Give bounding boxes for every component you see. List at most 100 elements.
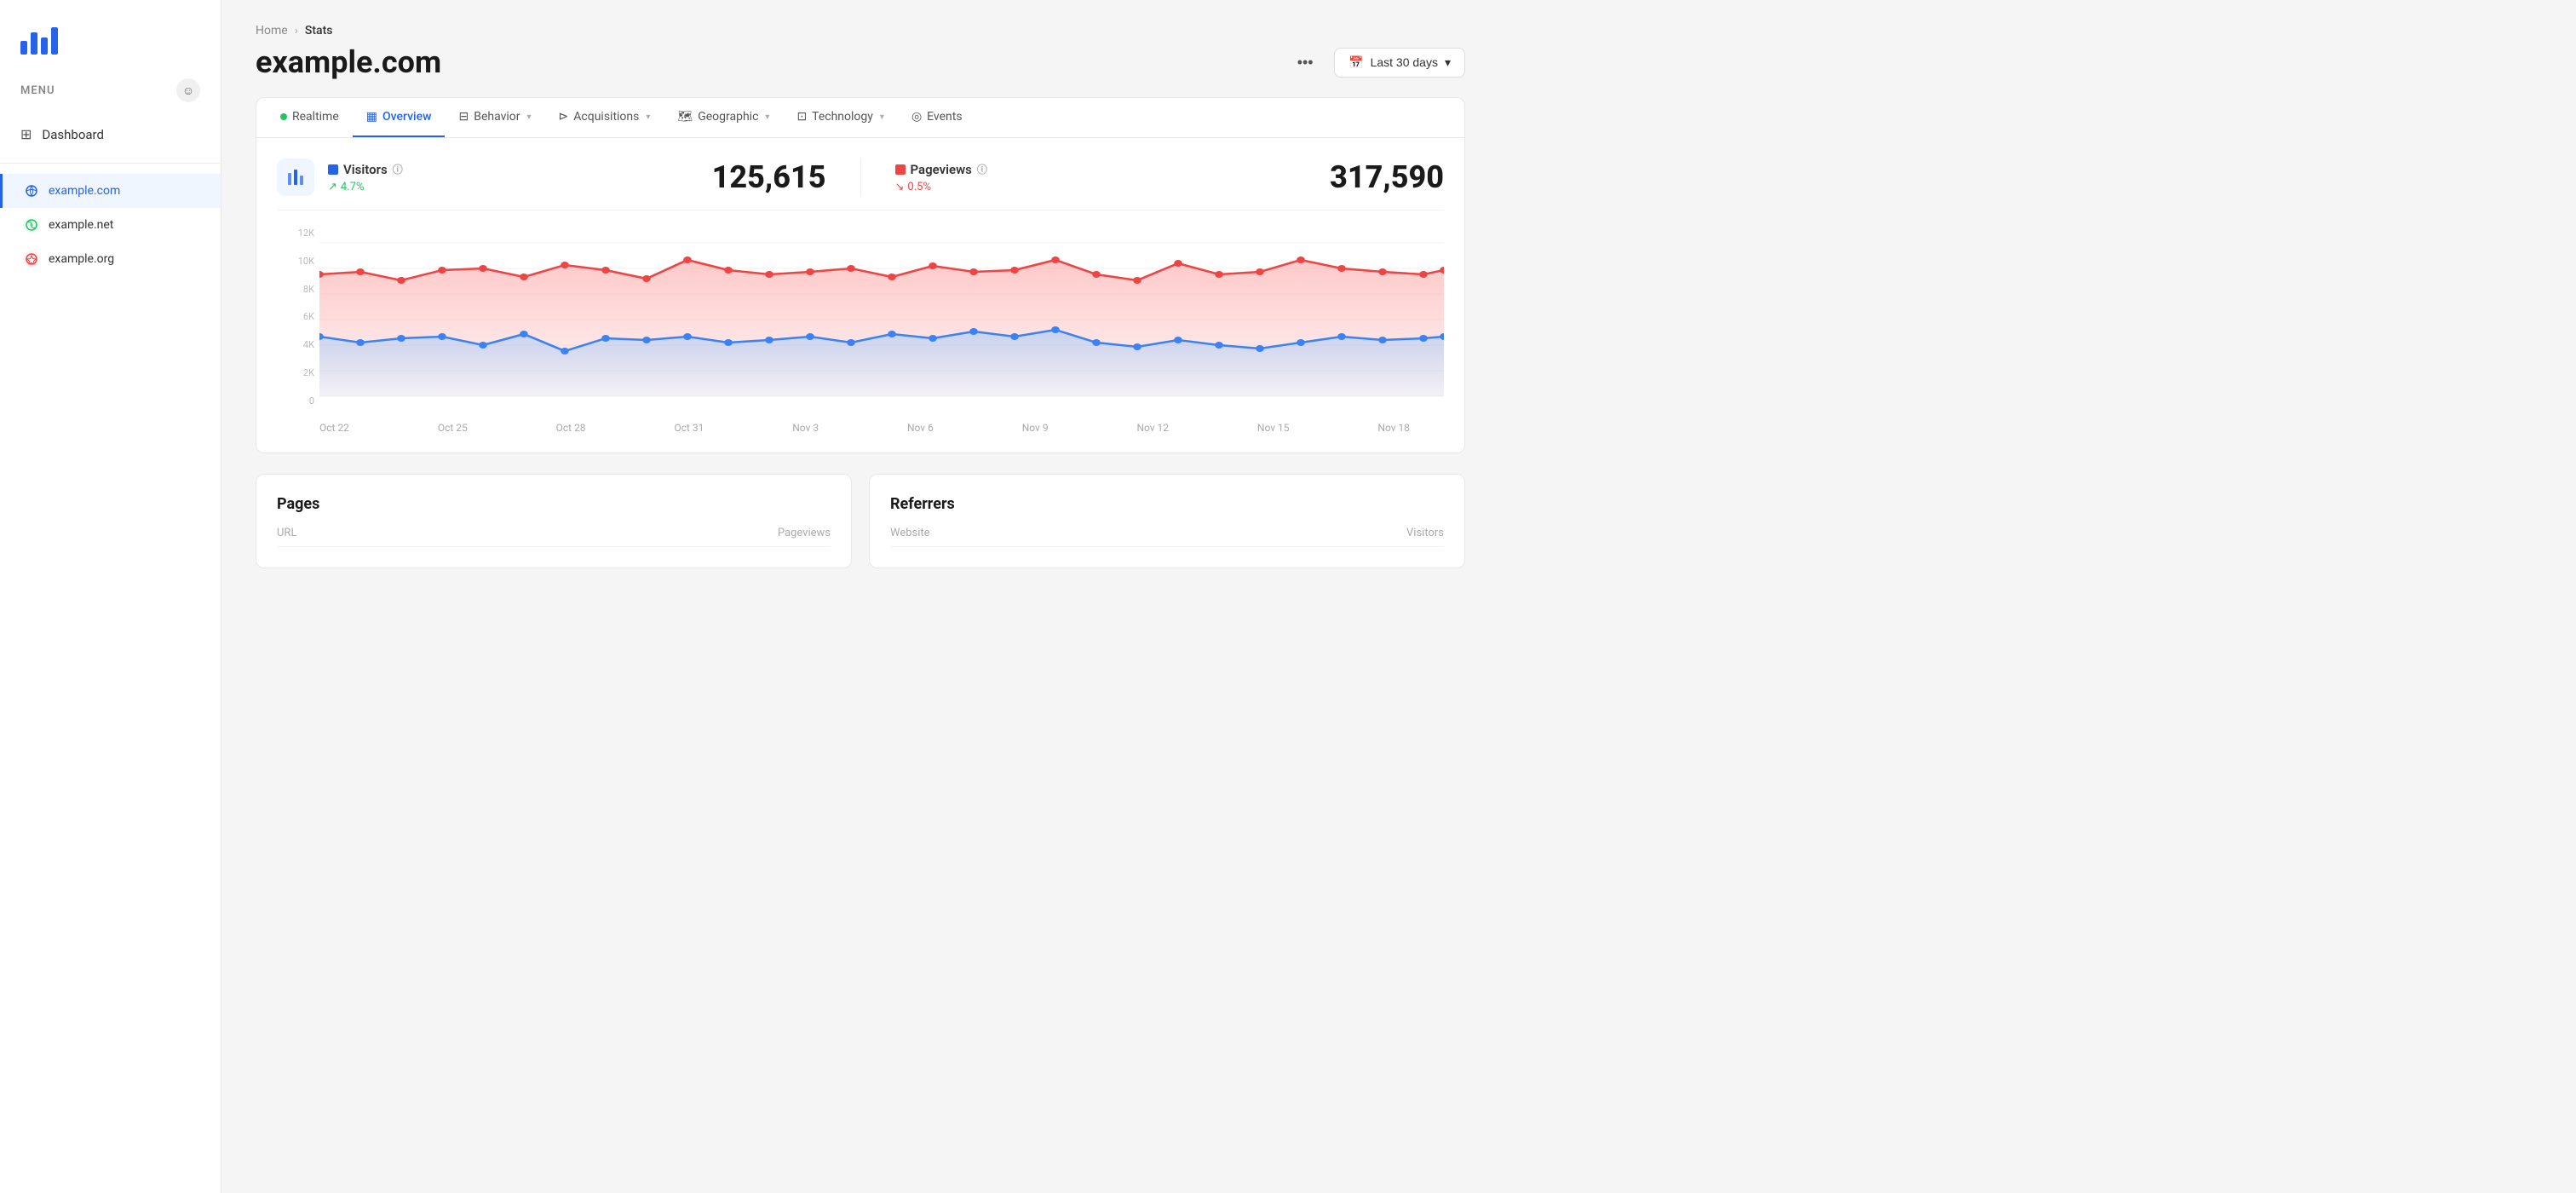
x-label-nov6: Nov 6 [907,422,934,434]
pageviews-change: ↘ 0.5% [895,181,1317,193]
referrers-col-visitors: Visitors [1406,527,1444,539]
tab-geographic[interactable]: 🗺 Geographic ▾ [664,98,783,137]
pageviews-color-dot [895,164,906,175]
acquisitions-icon: ⊳ [559,110,569,124]
breadcrumb-home[interactable]: Home [256,24,288,37]
tab-overview[interactable]: ▦ Overview [353,98,446,137]
x-label-oct22: Oct 22 [319,422,349,434]
chart-x-axis: Oct 22 Oct 25 Oct 28 Oct 31 Nov 3 Nov 6 … [277,418,1444,434]
menu-label: MENU [20,84,55,97]
tabs-bar: Realtime ▦ Overview ⊟ Behavior ▾ ⊳ Acqui… [256,97,1465,137]
x-label-nov3: Nov 3 [792,422,819,434]
more-options-button[interactable]: ••• [1290,47,1320,78]
pageviews-info-icon[interactable]: ⓘ [977,162,987,176]
chart-metric-icon [277,158,314,196]
date-range-button[interactable]: 📅 Last 30 days ▾ [1334,48,1465,78]
chart-area: 12K 10K 8K 6K 4K 2K 0 [277,228,1444,432]
geographic-chevron-icon: ▾ [765,112,769,122]
tab-events[interactable]: ◎ Events [898,98,976,137]
realtime-dot-icon [280,113,287,120]
site-label-example-com: example.com [49,184,120,198]
pageviews-label-row: Pageviews ⓘ [895,162,1317,177]
technology-chevron-icon: ▾ [880,112,884,122]
sidebar: MENU ☺ ⊞ Dashboard example.com example.n… [0,0,221,1193]
visitors-info: Visitors ⓘ ↗ 4.7% [328,162,699,193]
x-label-nov9: Nov 9 [1022,422,1049,434]
visitors-label-row: Visitors ⓘ [328,162,699,177]
tab-technology[interactable]: ⊡ Technology ▾ [783,98,898,137]
sidebar-item-example-net[interactable]: example.net [0,208,221,242]
pages-card: Pages URL Pageviews [256,474,852,568]
breadcrumb: Home › Stats [256,24,1465,37]
main-content: Home › Stats example.com ••• 📅 Last 30 d… [221,0,2576,1193]
date-range-chevron-icon: ▾ [1445,55,1451,70]
page-header: example.com ••• 📅 Last 30 days ▾ [256,44,1465,80]
pages-table-header: URL Pageviews [277,527,831,547]
y-label-10k: 10K [277,256,314,267]
pageviews-info: Pageviews ⓘ ↘ 0.5% [895,162,1317,193]
page-title: example.com [256,44,441,80]
y-label-6k: 6K [277,311,314,322]
tab-technology-label: Technology [812,110,873,124]
behavior-icon: ⊟ [458,110,469,124]
tab-events-label: Events [927,110,962,124]
pageviews-arrow-icon: ↘ [895,181,905,193]
y-label-8k: 8K [277,284,314,295]
referrers-table-header: Website Visitors [890,527,1444,547]
visitors-metric: Visitors ⓘ ↗ 4.7% 125,615 [277,158,826,196]
overview-icon: ▦ [366,110,377,124]
logo-icon [20,24,58,55]
referrers-title: Referrers [890,495,1444,513]
chart-metrics: Visitors ⓘ ↗ 4.7% 125,615 [277,158,1444,210]
pages-col-pageviews: Pageviews [778,527,831,539]
visitors-arrow-icon: ↗ [328,181,337,193]
x-label-nov18: Nov 18 [1377,422,1410,434]
logo-area [0,0,221,72]
y-label-0: 0 [277,395,314,406]
settings-icon: ☺ [182,84,194,98]
behavior-chevron-icon: ▾ [527,112,532,122]
visitors-value: 125,615 [712,159,826,195]
sidebar-item-example-org[interactable]: example.org [0,242,221,276]
tab-acquisitions[interactable]: ⊳ Acquisitions ▾ [545,98,664,137]
sidebar-divider [0,163,221,164]
logo-bar-1 [20,41,27,55]
menu-settings-button[interactable]: ☺ [176,78,200,102]
pageviews-change-value: 0.5% [907,181,931,193]
tab-acquisitions-label: Acquisitions [573,110,639,124]
tab-behavior[interactable]: ⊟ Behavior ▾ [445,98,544,137]
acquisitions-chevron-icon: ▾ [646,112,650,122]
calendar-icon: 📅 [1348,55,1363,70]
logo-bar-4 [51,27,58,55]
site-icon-example-com [23,182,40,199]
y-label-12k: 12K [277,228,314,239]
visitors-info-icon[interactable]: ⓘ [393,162,403,176]
sidebar-item-dashboard[interactable]: ⊞ Dashboard [0,116,221,153]
menu-header: MENU ☺ [0,72,221,116]
x-label-nov12: Nov 12 [1136,422,1169,434]
sidebar-item-example-com[interactable]: example.com [0,174,221,208]
pages-title: Pages [277,495,831,513]
tab-realtime[interactable]: Realtime [267,98,353,137]
chart-svg [319,228,1444,415]
events-icon: ◎ [911,110,922,124]
pages-col-url: URL [277,527,296,539]
visitors-change: ↗ 4.7% [328,181,699,193]
site-icon-example-org [23,251,40,268]
pageviews-value: 317,590 [1330,159,1444,195]
chart-y-axis: 12K 10K 8K 6K 4K 2K 0 [277,228,314,406]
referrers-col-website: Website [890,527,930,539]
x-label-oct25: Oct 25 [438,422,468,434]
x-label-oct31: Oct 31 [674,422,704,434]
geographic-icon: 🗺 [677,110,693,124]
referrers-card: Referrers Website Visitors [869,474,1465,568]
tab-geographic-label: Geographic [698,110,758,124]
site-label-example-net: example.net [49,218,113,232]
chart-card: Visitors ⓘ ↗ 4.7% 125,615 [256,137,1465,453]
tab-overview-label: Overview [382,110,431,124]
visitors-label: Visitors [343,162,388,177]
pageviews-label: Pageviews [911,162,972,177]
dashboard-icon: ⊞ [20,126,32,142]
y-label-4k: 4K [277,339,314,350]
tab-realtime-label: Realtime [292,110,339,124]
